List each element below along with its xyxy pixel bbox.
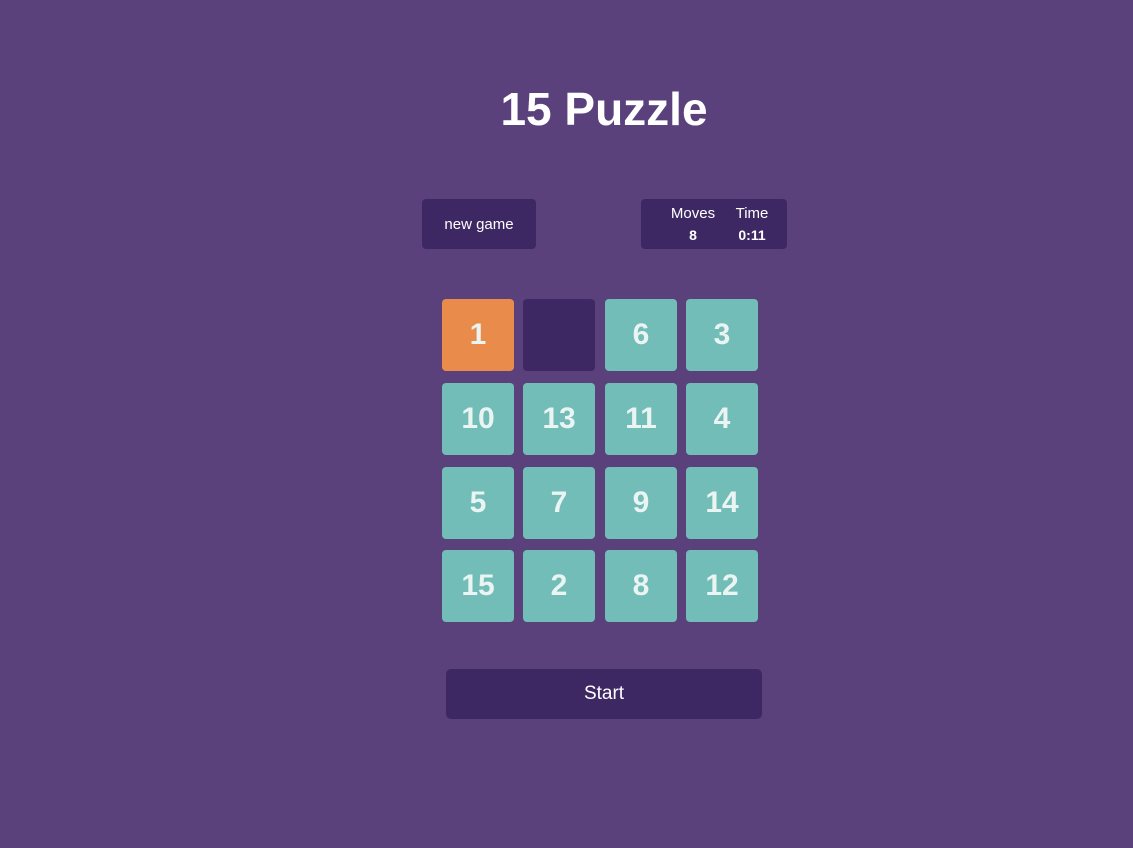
moves-stat: Moves 8 (667, 205, 719, 244)
puzzle-tile[interactable]: 12 (686, 550, 758, 622)
puzzle-tile[interactable]: 2 (523, 550, 595, 622)
time-label: Time (735, 205, 769, 222)
new-game-button[interactable]: new game (422, 199, 536, 249)
puzzle-tile[interactable]: 1 (442, 299, 514, 371)
puzzle-tile[interactable]: 13 (523, 383, 595, 455)
puzzle-tile[interactable]: 5 (442, 467, 514, 539)
puzzle-tile[interactable]: 9 (605, 467, 677, 539)
puzzle-tile[interactable]: 4 (686, 383, 758, 455)
moves-value: 8 (689, 227, 697, 243)
page-title: 15 Puzzle (500, 83, 708, 135)
puzzle-tile[interactable]: 8 (605, 550, 677, 622)
puzzle-tile[interactable]: 10 (442, 383, 514, 455)
moves-label: Moves (670, 205, 716, 222)
puzzle-board: 1 6 3 10 13 11 4 5 7 9 14 15 2 8 12 (442, 299, 758, 622)
puzzle-tile[interactable]: 7 (523, 467, 595, 539)
time-value: 0:11 (738, 227, 766, 243)
start-button[interactable]: Start (446, 669, 762, 719)
puzzle-tile[interactable]: 14 (686, 467, 758, 539)
puzzle-tile[interactable]: 15 (442, 550, 514, 622)
puzzle-tile[interactable]: 6 (605, 299, 677, 371)
puzzle-tile[interactable]: 3 (686, 299, 758, 371)
time-stat: Time 0:11 (731, 205, 773, 244)
puzzle-tile[interactable]: 11 (605, 383, 677, 455)
empty-cell (523, 299, 595, 371)
stats-panel: Moves 8 Time 0:11 (641, 199, 787, 249)
